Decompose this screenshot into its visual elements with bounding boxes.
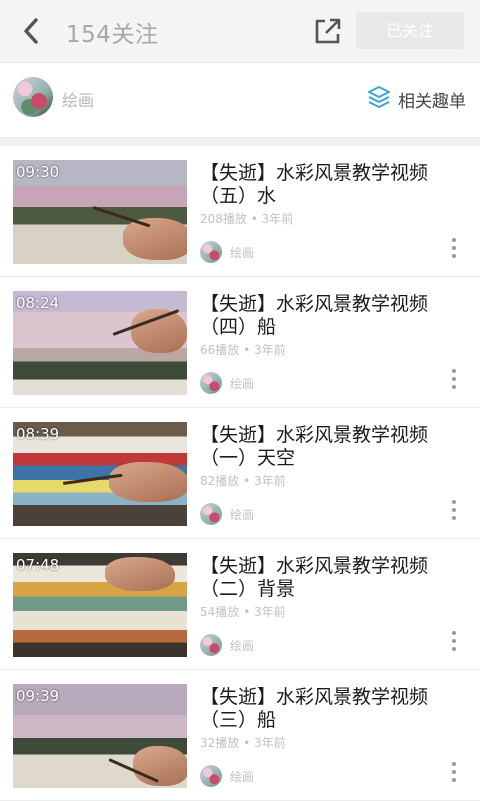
author-name: 绘画: [230, 507, 255, 522]
painting-hand-image: [133, 746, 187, 786]
more-options-icon[interactable]: [448, 762, 460, 788]
page-title: 154关注: [66, 22, 159, 48]
top-bar: 154关注 已关注: [0, 0, 480, 63]
brush-image: [92, 206, 151, 228]
author-name: 绘画: [230, 769, 255, 784]
author-name: 绘画: [230, 376, 255, 391]
author-name: 绘画: [230, 245, 255, 260]
video-duration: 08:24: [16, 294, 60, 312]
video-author[interactable]: 绘画: [200, 765, 254, 787]
video-title[interactable]: 【失逝】水彩风景教学视频（二）背景: [200, 555, 430, 601]
video-thumbnail[interactable]: 08:39: [13, 422, 187, 526]
channel-name[interactable]: 绘画: [62, 87, 94, 111]
video-meta: 66播放 • 3年前: [200, 343, 286, 357]
video-thumbnail[interactable]: 07:48: [13, 553, 187, 657]
back-chevron-icon[interactable]: [18, 14, 48, 48]
video-duration: 08:39: [16, 425, 60, 443]
video-item[interactable]: 08:24 【失逝】水彩风景教学视频（四）船 66播放 • 3年前 绘画: [0, 277, 480, 408]
painting-hand-image: [105, 557, 175, 591]
video-item[interactable]: 09:39 【失逝】水彩风景教学视频（三）船 32播放 • 3年前 绘画: [0, 670, 480, 801]
painting-hand-image: [109, 462, 187, 502]
video-meta: 32播放 • 3年前: [200, 736, 286, 750]
author-avatar: [200, 634, 222, 656]
author-avatar: [200, 372, 222, 394]
layers-icon: [366, 84, 392, 114]
video-title[interactable]: 【失逝】水彩风景教学视频（三）船: [200, 686, 430, 732]
video-author[interactable]: 绘画: [200, 241, 254, 263]
painting-hand-image: [123, 218, 187, 260]
more-options-icon[interactable]: [448, 369, 460, 395]
video-meta: 82播放 • 3年前: [200, 474, 286, 488]
video-duration: 09:39: [16, 687, 60, 705]
follow-button[interactable]: 已关注: [356, 12, 464, 49]
video-item[interactable]: 07:48 【失逝】水彩风景教学视频（二）背景 54播放 • 3年前 绘画: [0, 539, 480, 670]
related-lists-label: 相关趣单: [398, 91, 466, 112]
video-duration: 09:30: [16, 163, 60, 181]
video-meta: 54播放 • 3年前: [200, 605, 286, 619]
video-list: 09:30 【失逝】水彩风景教学视频（五）水 208播放 • 3年前 绘画 08…: [0, 146, 480, 801]
video-title[interactable]: 【失逝】水彩风景教学视频（四）船: [200, 293, 430, 339]
channel-header[interactable]: 绘画 相关趣单: [0, 63, 480, 138]
related-lists-button[interactable]: 相关趣单: [366, 85, 466, 113]
divider: [0, 138, 480, 146]
author-avatar: [200, 765, 222, 787]
video-duration: 07:48: [16, 556, 60, 574]
share-external-icon[interactable]: [312, 15, 344, 47]
video-thumbnail[interactable]: 08:24: [13, 291, 187, 395]
video-meta: 208播放 • 3年前: [200, 212, 294, 226]
author-avatar: [200, 241, 222, 263]
video-item[interactable]: 09:30 【失逝】水彩风景教学视频（五）水 208播放 • 3年前 绘画: [0, 146, 480, 277]
more-options-icon[interactable]: [448, 238, 460, 264]
video-title[interactable]: 【失逝】水彩风景教学视频（一）天空: [200, 424, 430, 470]
video-item[interactable]: 08:39 【失逝】水彩风景教学视频（一）天空 82播放 • 3年前 绘画: [0, 408, 480, 539]
more-options-icon[interactable]: [448, 500, 460, 526]
video-title[interactable]: 【失逝】水彩风景教学视频（五）水: [200, 162, 430, 208]
video-thumbnail[interactable]: 09:39: [13, 684, 187, 788]
more-options-icon[interactable]: [448, 631, 460, 657]
video-author[interactable]: 绘画: [200, 634, 254, 656]
channel-avatar[interactable]: [13, 77, 53, 117]
video-author[interactable]: 绘画: [200, 372, 254, 394]
video-author[interactable]: 绘画: [200, 503, 254, 525]
author-avatar: [200, 503, 222, 525]
author-name: 绘画: [230, 638, 255, 653]
video-thumbnail[interactable]: 09:30: [13, 160, 187, 264]
